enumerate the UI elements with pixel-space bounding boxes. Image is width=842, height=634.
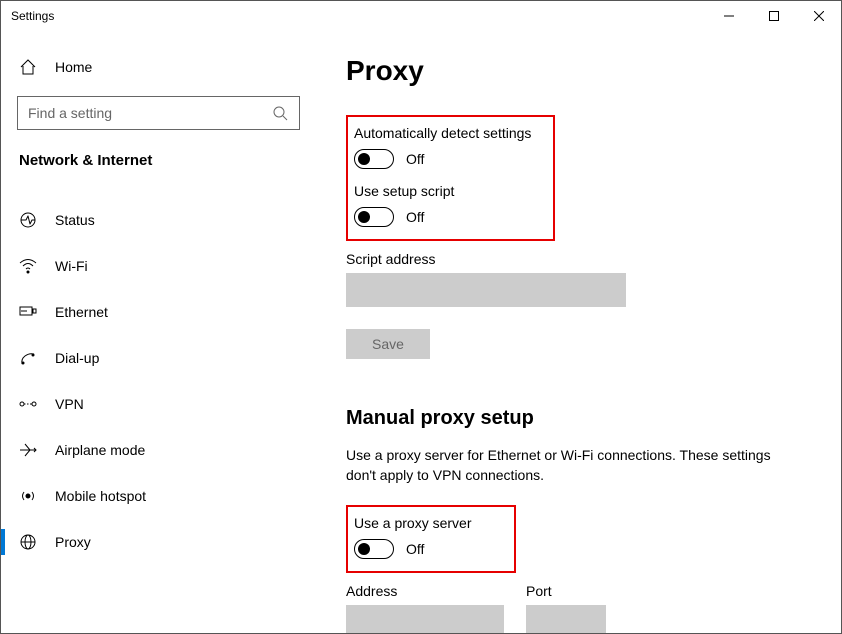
close-button[interactable] <box>796 1 841 31</box>
sidebar-item-label: Proxy <box>55 534 91 550</box>
titlebar: Settings <box>1 1 841 31</box>
auto-detect-toggle[interactable] <box>354 149 394 169</box>
dialup-icon <box>19 349 37 367</box>
home-label: Home <box>55 59 92 75</box>
search-input[interactable] <box>28 105 271 121</box>
use-proxy-label: Use a proxy server <box>354 515 492 531</box>
proxy-icon <box>19 533 37 551</box>
airplane-icon <box>19 441 37 459</box>
address-label: Address <box>346 583 504 599</box>
sidebar-item-hotspot[interactable]: Mobile hotspot <box>1 473 316 519</box>
search-box[interactable] <box>17 96 300 130</box>
sidebar-item-status[interactable]: Status <box>1 197 316 243</box>
status-icon <box>19 211 37 229</box>
home-icon <box>19 58 37 76</box>
use-proxy-state: Off <box>406 541 424 557</box>
hotspot-icon <box>19 487 37 505</box>
sidebar-item-wifi[interactable]: Wi-Fi <box>1 243 316 289</box>
sidebar-item-ethernet[interactable]: Ethernet <box>1 289 316 335</box>
use-script-toggle[interactable] <box>354 207 394 227</box>
category-header: Network & Internet <box>1 152 316 187</box>
sidebar-item-label: VPN <box>55 396 84 412</box>
use-script-state: Off <box>406 209 424 225</box>
maximize-button[interactable] <box>751 1 796 31</box>
use-script-label: Use setup script <box>354 183 531 199</box>
port-label: Port <box>526 583 606 599</box>
main-content: Proxy Automatically detect settings Off … <box>316 31 841 633</box>
ethernet-icon <box>19 303 37 321</box>
auto-detect-state: Off <box>406 151 424 167</box>
script-address-input[interactable] <box>346 273 626 307</box>
address-input[interactable] <box>346 605 504 633</box>
sidebar: Home Network & Internet Status <box>1 31 316 633</box>
highlight-proxy-section: Use a proxy server Off <box>346 505 516 573</box>
sidebar-item-label: Status <box>55 212 95 228</box>
home-nav[interactable]: Home <box>1 31 316 96</box>
wifi-icon <box>19 257 37 275</box>
use-proxy-toggle[interactable] <box>354 539 394 559</box>
sidebar-item-label: Ethernet <box>55 304 108 320</box>
sidebar-item-vpn[interactable]: VPN <box>1 381 316 427</box>
sidebar-item-dialup[interactable]: Dial-up <box>1 335 316 381</box>
sidebar-item-label: Wi-Fi <box>55 258 88 274</box>
port-input[interactable] <box>526 605 606 633</box>
window-title: Settings <box>11 9 706 23</box>
sidebar-item-label: Dial-up <box>55 350 99 366</box>
auto-detect-label: Automatically detect settings <box>354 125 531 141</box>
sidebar-item-proxy[interactable]: Proxy <box>1 519 316 565</box>
vpn-icon <box>19 395 37 413</box>
manual-description: Use a proxy server for Ethernet or Wi-Fi… <box>346 446 786 485</box>
sidebar-item-label: Mobile hotspot <box>55 488 146 504</box>
manual-heading: Manual proxy setup <box>346 407 811 430</box>
minimize-button[interactable] <box>706 1 751 31</box>
page-title: Proxy <box>346 55 811 87</box>
sidebar-item-label: Airplane mode <box>55 442 145 458</box>
save-button[interactable]: Save <box>346 329 430 359</box>
highlight-auto-section: Automatically detect settings Off Use se… <box>346 115 555 241</box>
search-icon <box>271 104 289 122</box>
script-address-label: Script address <box>346 251 811 267</box>
sidebar-item-airplane[interactable]: Airplane mode <box>1 427 316 473</box>
